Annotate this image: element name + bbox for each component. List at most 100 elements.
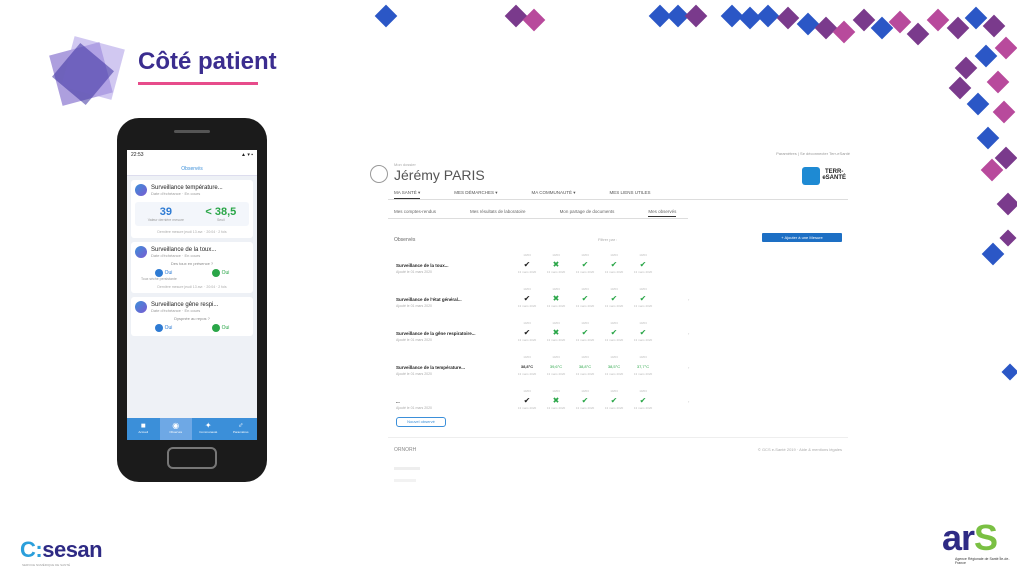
tab-home[interactable]: ■ Accueil bbox=[127, 418, 160, 440]
check-icon: ✔ bbox=[523, 294, 531, 303]
observation-cell: 10/03 ✔ 13 mars 2020 bbox=[516, 389, 538, 410]
cell-value: 38,8°C bbox=[520, 364, 534, 369]
status-time: 22:53 bbox=[131, 152, 144, 158]
cell-date: 13 mars 2020 bbox=[633, 304, 653, 308]
observation-row[interactable]: Surveillance de la toux... Ajouté le 01 m… bbox=[396, 253, 696, 281]
observation-cell: 10/03 38,5°C 13 mars 2020 bbox=[603, 355, 625, 376]
observation-row[interactable]: ... Ajouté le 01 mars 2020 10/03 ✔ 13 mars 2… bbox=[396, 389, 696, 417]
phone-speaker bbox=[174, 130, 210, 133]
observation-cell: 10/03 ✖ 13 mars 2020 bbox=[545, 321, 567, 342]
terr-esante-logo-text: TERR- eSANTÉ bbox=[822, 169, 846, 181]
filter-label[interactable]: Filtrer par : bbox=[598, 237, 617, 242]
observation-date: Ajouté le 01 mars 2020 bbox=[396, 406, 432, 410]
check-icon: ✔ bbox=[523, 260, 531, 269]
cell-value: 37,7°C bbox=[636, 364, 650, 369]
observation-cell: 10/03 ✔ 13 mars 2020 bbox=[574, 253, 596, 274]
tab-comptes-rendus[interactable]: Mes comptes-rendus bbox=[394, 209, 436, 217]
card-cough[interactable]: Surveillance de la toux... Date d'échéan… bbox=[131, 242, 253, 293]
chevron-right-icon[interactable]: › bbox=[688, 365, 689, 370]
home-icon: ■ bbox=[140, 421, 146, 430]
observation-cell: 10/03 ✔ 13 mars 2020 bbox=[516, 287, 538, 308]
patient-name: Jérémy PARIS bbox=[394, 167, 485, 183]
tab-resultats[interactable]: Mes résultats de laboratoire bbox=[470, 209, 526, 217]
observation-row[interactable]: Surveillance de la température... Ajouté … bbox=[396, 355, 696, 383]
observation-cell: 10/03 ✖ 13 mars 2020 bbox=[545, 389, 567, 410]
observation-name: Surveillance de la température... bbox=[396, 365, 466, 370]
cell-value: 38,5°C bbox=[607, 364, 621, 369]
answer-caption: Toux sèche persistante bbox=[141, 277, 177, 281]
observation-row[interactable]: Surveillance de l'état général... Ajouté … bbox=[396, 287, 696, 315]
section-title: Observés bbox=[394, 237, 416, 243]
menu-mes-demarches[interactable]: MES DÉMARCHES ▾ bbox=[454, 190, 497, 199]
card-title: Surveillance gêne respi... bbox=[151, 301, 219, 308]
diamond-icon bbox=[992, 100, 1016, 124]
observation-cell: 10/03 ✔ 13 mars 2020 bbox=[632, 389, 654, 410]
cell-date: 13 mars 2020 bbox=[517, 270, 537, 274]
add-measure-button[interactable]: + Ajouter à une Mesure bbox=[762, 233, 842, 242]
observation-cell: 10/03 ✔ 13 mars 2020 bbox=[574, 321, 596, 342]
cell-date: 13 mars 2020 bbox=[546, 270, 566, 274]
respiratory-icon bbox=[135, 301, 147, 313]
check-icon: ✔ bbox=[610, 294, 618, 303]
tab-bar: ■ Accueil ◉ Observés ✦ Communauté ♂ Paramètr… bbox=[127, 418, 257, 440]
title-underline bbox=[138, 82, 258, 85]
diamond-icon bbox=[756, 4, 780, 28]
check-icon: ✔ bbox=[523, 396, 531, 405]
diamond-icon bbox=[966, 92, 990, 116]
cell-date: 13 mars 2020 bbox=[604, 338, 624, 342]
menu-liens-utiles[interactable]: MES LIENS UTILES bbox=[610, 190, 651, 199]
diamond-icon bbox=[954, 56, 978, 80]
card-foot: Dernière mesure jeudi 13 avr. · 20:04 · … bbox=[157, 230, 227, 234]
menu-ma-sante[interactable]: MA SANTÉ ▾ bbox=[394, 190, 421, 199]
menu-ma-communaute[interactable]: MA COMMUNAUTÉ ▾ bbox=[532, 190, 576, 199]
cell-date: 13 mars 2020 bbox=[517, 304, 537, 308]
observe-icon: ◉ bbox=[172, 421, 180, 430]
cell-date: 13 mars 2020 bbox=[517, 372, 537, 376]
observation-cell: 10/03 ✔ 13 mars 2020 bbox=[603, 253, 625, 274]
answer-yes: Oui bbox=[154, 324, 172, 332]
temperature-icon bbox=[135, 184, 147, 196]
diamond-icon bbox=[994, 36, 1017, 60]
observation-cell: 10/03 39,6°C 13 mars 2020 bbox=[545, 355, 567, 376]
diamond-icon bbox=[1001, 363, 1017, 381]
tab-community[interactable]: ✦ Communauté bbox=[192, 418, 225, 440]
observation-date: Ajouté le 01 mars 2020 bbox=[396, 338, 432, 342]
card-sub: Date d'échéance · En cours bbox=[151, 190, 201, 196]
sesan-tagline: SERVICE NUMÉRIQUE DE SANTÉ bbox=[22, 563, 71, 567]
card-respiratory[interactable]: Surveillance gêne respi... Date d'échéan… bbox=[131, 297, 253, 336]
cell-date: 13 mars 2020 bbox=[517, 338, 537, 342]
observation-cell: 10/03 ✔ 13 mars 2020 bbox=[574, 287, 596, 308]
new-observation-button[interactable]: Nouvel observé bbox=[396, 417, 446, 427]
diamond-icon bbox=[999, 229, 1017, 247]
diamond-icon bbox=[504, 4, 528, 28]
diamond-icon bbox=[986, 70, 1010, 94]
observation-row[interactable]: Surveillance de la gêne respiratoire... A… bbox=[396, 321, 696, 349]
cell-date: 13 mars 2020 bbox=[546, 338, 566, 342]
observation-cell: 10/03 37,7°C 13 mars 2020 bbox=[632, 355, 654, 376]
footer-links[interactable]: © GCS e-Santé 2019 · Aide & mentions lég… bbox=[758, 447, 842, 452]
check-icon: ✔ bbox=[581, 328, 589, 337]
cell-date: 13 mars 2020 bbox=[517, 406, 537, 410]
status-bar: 22:53 ▲ ▾ ▪ bbox=[127, 150, 257, 162]
top-links[interactable]: Paramètres | Se déconnecter Terr-eSanté bbox=[776, 151, 850, 156]
card-temperature[interactable]: Surveillance température... Date d'échéa… bbox=[131, 180, 253, 238]
diamond-icon bbox=[981, 242, 1005, 266]
cell-value: 38,8°C bbox=[578, 364, 592, 369]
chevron-right-icon[interactable]: › bbox=[688, 297, 689, 302]
cough-icon bbox=[135, 246, 147, 258]
diamond-icon bbox=[948, 76, 972, 100]
answer-yes-green: Oui bbox=[211, 269, 229, 277]
chevron-right-icon[interactable]: › bbox=[688, 399, 689, 404]
observation-name: Surveillance de la gêne respiratoire... bbox=[396, 331, 476, 336]
footer-divider bbox=[388, 437, 848, 438]
tab-settings[interactable]: ♂ Paramètres bbox=[225, 418, 258, 440]
tab-partage[interactable]: Mon partage de documents bbox=[560, 209, 615, 217]
menu-divider bbox=[388, 199, 848, 200]
check-icon: ✔ bbox=[639, 294, 647, 303]
home-button bbox=[167, 447, 217, 469]
chevron-right-icon[interactable]: › bbox=[688, 331, 689, 336]
cell-date: 13 mars 2020 bbox=[575, 372, 595, 376]
tab-observes[interactable]: ◉ Observés bbox=[159, 418, 192, 440]
tab-observes[interactable]: Mes observés bbox=[648, 209, 677, 217]
observation-cell: 10/03 ✔ 13 mars 2020 bbox=[632, 287, 654, 308]
